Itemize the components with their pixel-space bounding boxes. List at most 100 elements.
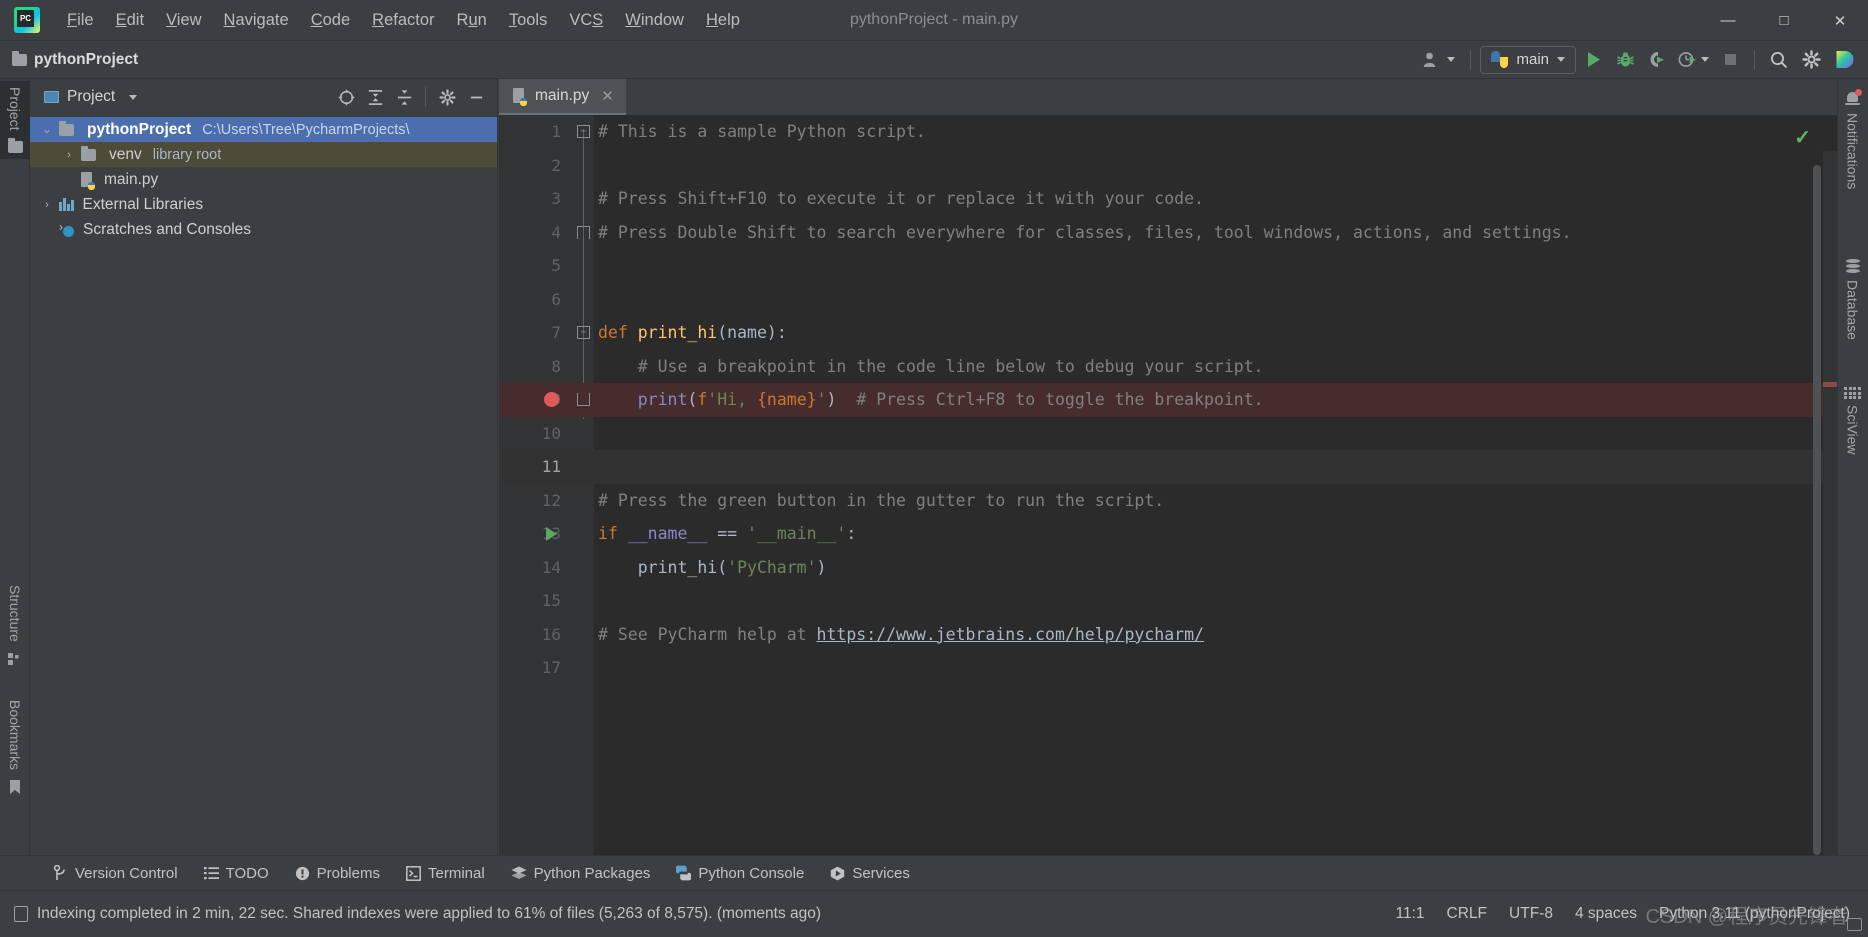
menu-item-file[interactable]: File [56, 8, 105, 33]
run-icon[interactable] [1578, 46, 1608, 74]
left-tool-stripe: Project Structure Bookmarks [0, 79, 30, 890]
code-line[interactable]: 4 # Press Double Shift to search everywhe… [499, 216, 1837, 250]
toolbar-separator [1470, 49, 1472, 70]
tool-window-python-console[interactable]: Python Console [663, 862, 817, 885]
code-line[interactable]: 10 [499, 417, 1837, 451]
run-configuration-selector[interactable]: main [1480, 45, 1576, 74]
menu-item-run[interactable]: Run [446, 8, 498, 33]
code-line[interactable]: 11 [499, 450, 1837, 484]
code-line[interactable]: 15 [499, 584, 1837, 618]
main-menu: File Edit View Navigate Code Refactor Run Tools… [56, 0, 751, 41]
documentation-link[interactable]: https://www.jetbrains.com/help/pycharm/ [817, 625, 1204, 644]
profile-icon[interactable] [1674, 46, 1713, 74]
tool-window-terminal[interactable]: Terminal [393, 862, 498, 885]
sidebar-item-project[interactable]: Project [0, 81, 30, 159]
search-everywhere-icon[interactable] [1764, 46, 1794, 74]
run-with-coverage-icon[interactable] [1642, 46, 1672, 74]
maximize-button[interactable]: □ [1756, 0, 1812, 41]
close-button[interactable]: ✕ [1812, 0, 1868, 41]
code-line[interactable]: 7 − def print_hi(name): [499, 316, 1837, 350]
debug-icon[interactable] [1610, 46, 1640, 74]
code-line[interactable]: 9 print(f'Hi, {name}') # Press Ctrl+F8 t… [499, 383, 1837, 417]
code-line[interactable]: 5 [499, 249, 1837, 283]
chevron-down-icon[interactable] [129, 94, 138, 100]
tree-item-scratches-and-consoles[interactable]: Scratches and Consoles [30, 217, 497, 242]
tool-window-label: Services [852, 864, 910, 882]
expand-all-icon[interactable] [362, 85, 388, 109]
minimize-button[interactable]: — [1700, 0, 1756, 41]
code-fold-toggle-icon[interactable] [577, 225, 590, 239]
tool-window-version-control[interactable]: Version Control [40, 862, 191, 885]
inspection-status-icon[interactable]: ✓ [1794, 125, 1811, 150]
tool-window-services[interactable]: Services [817, 862, 923, 885]
menu-item-refactor[interactable]: Refactor [361, 8, 445, 33]
hide-panel-icon[interactable] [463, 85, 489, 109]
settings-gear-icon[interactable] [1796, 46, 1826, 74]
tool-window-python-packages[interactable]: Python Packages [498, 862, 664, 885]
python-interpreter[interactable]: Python 3.11 (pythonProject) [1659, 905, 1850, 923]
menu-item-vcs[interactable]: VCS [558, 8, 614, 33]
sidebar-item-sciview[interactable]: SciView [1837, 379, 1868, 463]
sidebar-item-structure[interactable]: Structure [0, 579, 30, 672]
menu-item-edit[interactable]: Edit [105, 8, 155, 33]
code-line[interactable]: 14 print_hi('PyCharm') [499, 551, 1837, 585]
ide-assistant-icon[interactable] [1828, 46, 1858, 74]
menu-item-window[interactable]: Window [614, 8, 695, 33]
code-line-text: # Press Shift+F10 to execute it or repla… [598, 189, 1204, 208]
code-line[interactable]: 12 # Press the green button in the gutter… [499, 484, 1837, 518]
panel-settings-gear-icon[interactable] [434, 85, 460, 109]
run-gutter-icon[interactable] [546, 527, 557, 541]
code-fold-toggle-icon[interactable]: − [577, 326, 590, 339]
code-line[interactable]: 3 # Press Shift+F10 to execute it or repl… [499, 182, 1837, 216]
caret-position[interactable]: 11:1 [1396, 905, 1425, 923]
tree-item-label: Scratches and Consoles [83, 220, 252, 238]
code-fold-toggle-icon[interactable]: − [577, 125, 590, 138]
tool-window-problems[interactable]: Problems [282, 862, 393, 885]
stop-icon[interactable] [1715, 46, 1745, 74]
code-editor[interactable]: 1− # This is a sample Python script. 2 3 # P… [499, 115, 1837, 890]
line-separator[interactable]: CRLF [1447, 905, 1487, 923]
code-fold-toggle-icon[interactable] [577, 393, 590, 406]
chevron-down-icon[interactable]: ⌄ [40, 123, 54, 136]
tree-item-main-py[interactable]: main.py [30, 167, 497, 192]
code-line[interactable]: 13 if __name__ == '__main__': [499, 517, 1837, 551]
select-opened-file-icon[interactable] [333, 85, 359, 109]
code-line[interactable]: 16 # See PyCharm help at https://www.jetb… [499, 618, 1837, 652]
breadcrumb[interactable]: pythonProject [12, 50, 138, 69]
status-message-group[interactable]: Indexing completed in 2 min, 22 sec. Sha… [14, 905, 821, 923]
close-icon[interactable]: ✕ [601, 87, 614, 105]
menu-item-code[interactable]: Code [300, 8, 361, 33]
breakpoint-icon[interactable] [544, 392, 559, 407]
line-number: 17 [541, 658, 561, 678]
editor-vertical-scrollbar[interactable] [1813, 165, 1821, 855]
resize-corner-icon[interactable] [1847, 918, 1862, 931]
code-line[interactable]: 1 − # This is a sample Python script. [499, 115, 1837, 149]
indent-setting[interactable]: 4 spaces [1575, 905, 1637, 923]
marker-bar[interactable] [1823, 151, 1837, 890]
file-encoding[interactable]: UTF-8 [1509, 905, 1553, 923]
tool-window-todo[interactable]: TODO [191, 862, 282, 885]
sidebar-item-database[interactable]: Database [1837, 251, 1868, 348]
tab-main-py[interactable]: main.py ✕ [499, 79, 626, 115]
code-line[interactable]: 17 [499, 651, 1837, 685]
sidebar-item-notifications[interactable]: Notifications [1837, 83, 1868, 197]
code-token: def [598, 323, 638, 343]
tree-item-external-libraries[interactable]: › External Libraries [30, 192, 497, 217]
chevron-right-icon[interactable]: › [62, 149, 76, 161]
collapse-all-icon[interactable] [391, 85, 417, 109]
user-account-icon[interactable] [1417, 46, 1461, 74]
code-line[interactable]: 6 [499, 283, 1837, 317]
tree-item-pythonproject[interactable]: ⌄ pythonProject C:\Users\Tree\PycharmProje… [30, 117, 497, 142]
code-line[interactable]: 2 [499, 149, 1837, 183]
window-controls: — □ ✕ [1700, 0, 1868, 41]
menu-item-view[interactable]: View [155, 8, 212, 33]
menu-item-tools[interactable]: Tools [498, 8, 559, 33]
menu-item-help[interactable]: Help [695, 8, 751, 33]
code-line[interactable]: 8 # Use a breakpoint in the code line be… [499, 350, 1837, 384]
tree-item-label: main.py [104, 170, 159, 188]
chevron-right-icon[interactable]: › [40, 199, 54, 211]
sidebar-item-bookmarks[interactable]: Bookmarks [0, 694, 30, 801]
tree-item-secondary: library root [152, 146, 222, 163]
tree-item-venv[interactable]: › venv library root [30, 142, 497, 167]
menu-item-navigate[interactable]: Navigate [213, 8, 300, 33]
